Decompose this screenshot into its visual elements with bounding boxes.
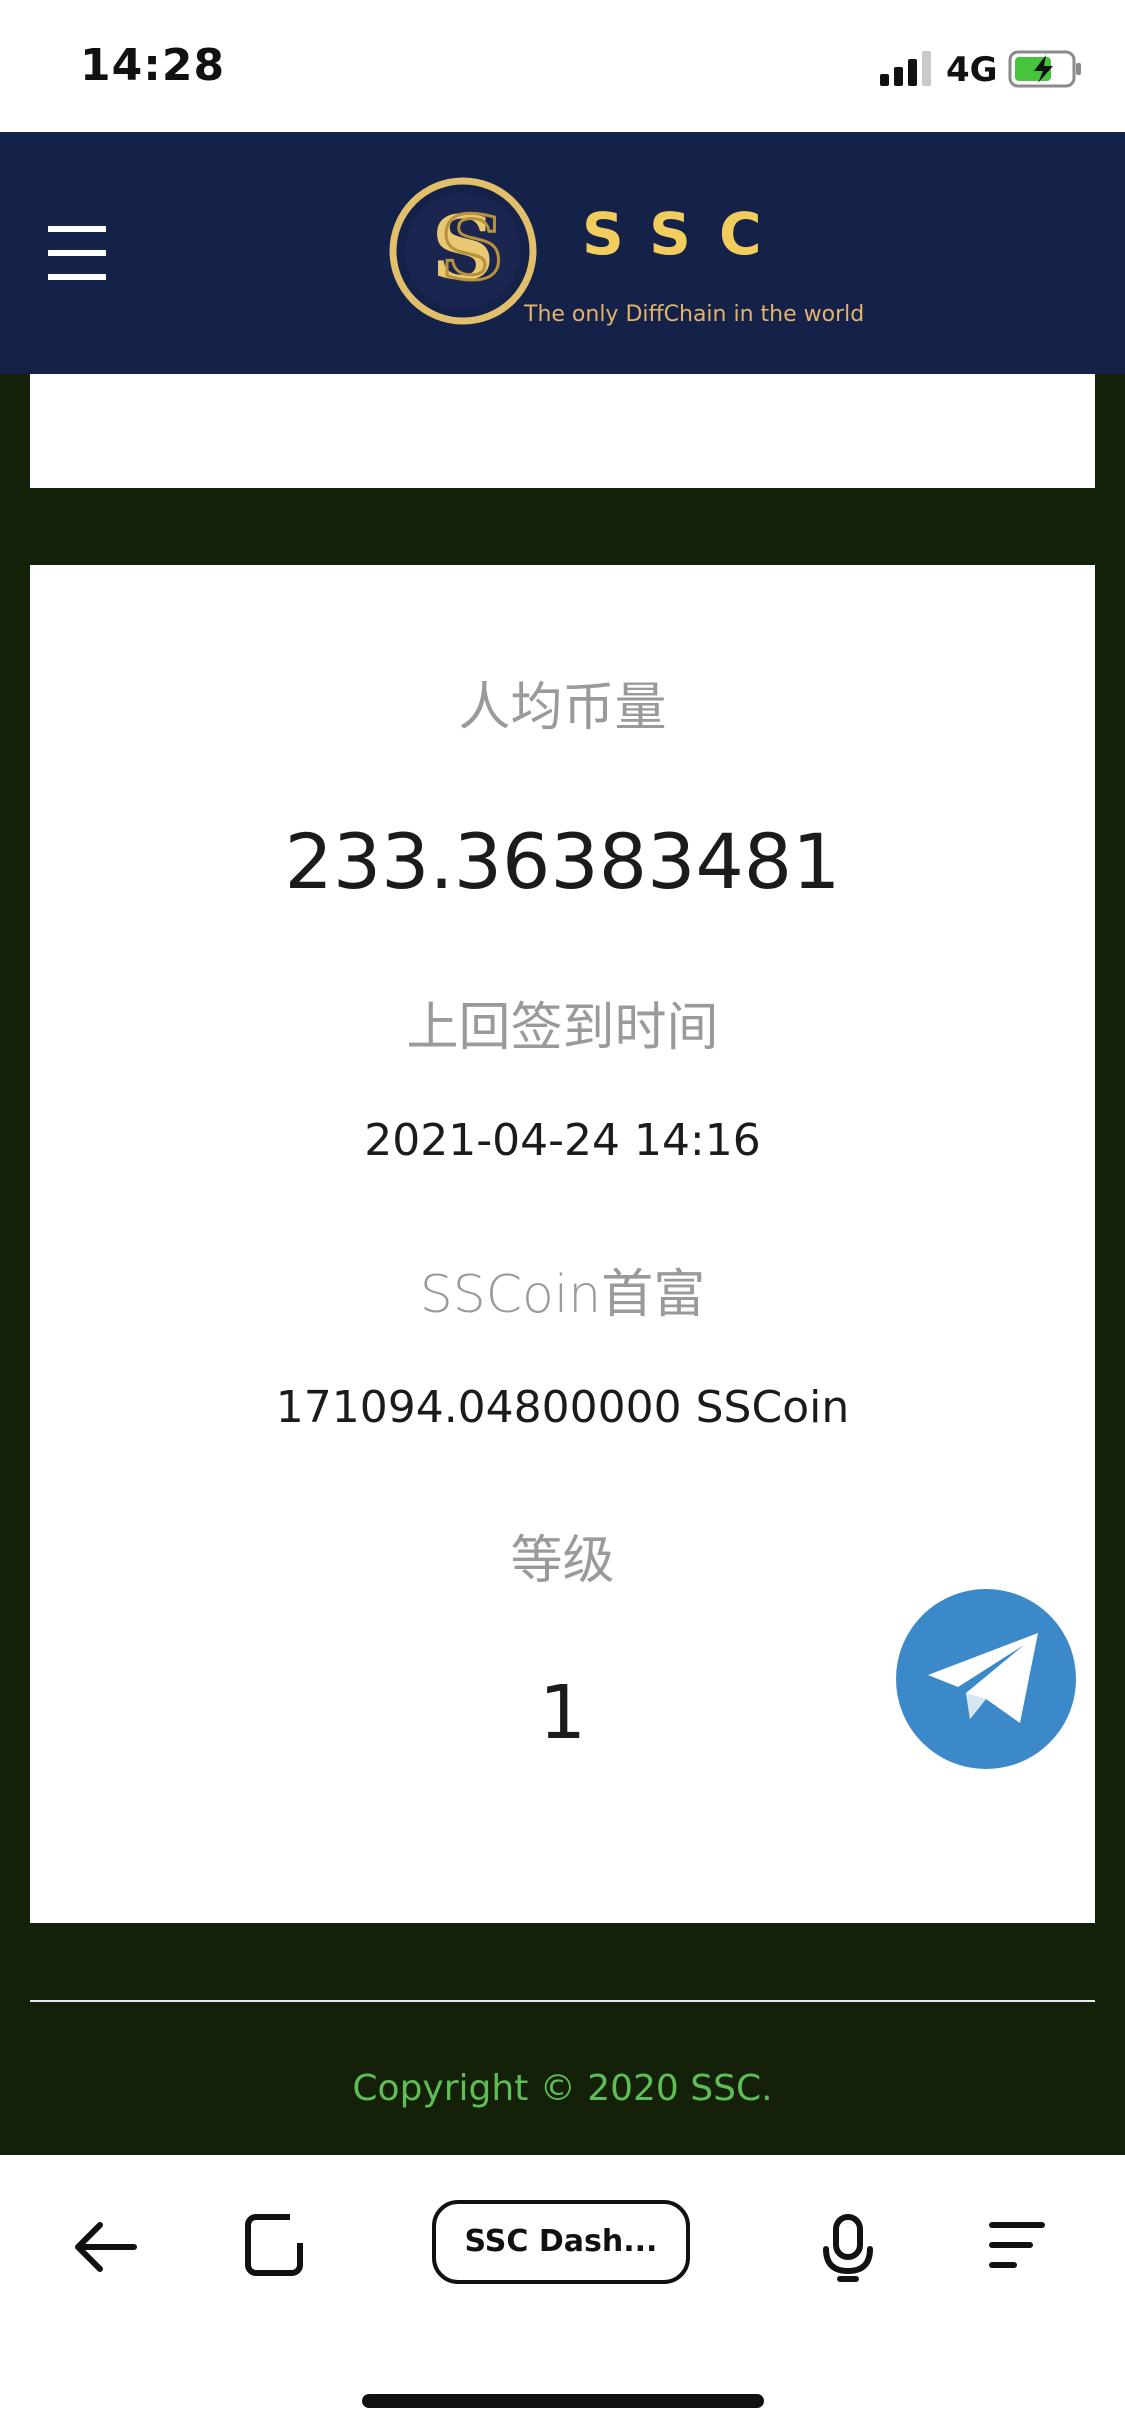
ssc-coin-logo-icon[interactable]: S S xyxy=(388,176,538,326)
avg-coin-value: 233.36383481 xyxy=(284,817,841,906)
hamburger-menu-icon[interactable] xyxy=(44,220,110,286)
site-header: S S SSC The only DiffChain in the world xyxy=(0,132,1125,374)
page: 14:28 4G S S SSC The only DiffChain in t… xyxy=(0,0,1125,2436)
last-checkin-value: 2021-04-24 14:16 xyxy=(364,1115,761,1166)
brand-tagline: The only DiffChain in the world xyxy=(524,302,865,327)
microphone-icon[interactable] xyxy=(820,2213,876,2283)
back-arrow-icon[interactable] xyxy=(72,2219,138,2275)
status-bar: 14:28 4G xyxy=(0,0,1125,132)
avg-coin-label: 人均币量 xyxy=(458,678,667,738)
network-label: 4G xyxy=(946,50,998,90)
level-label: 等级 xyxy=(510,1531,615,1591)
telegram-icon xyxy=(928,1633,1038,1723)
signal-bars-icon xyxy=(880,51,931,86)
menu-lines-icon[interactable] xyxy=(988,2217,1046,2273)
richest-label: SSCoin首富 xyxy=(419,1265,706,1325)
battery-charging-icon xyxy=(1008,50,1081,88)
address-bar[interactable]: SSC Dash... xyxy=(432,2200,690,2284)
status-time: 14:28 xyxy=(80,40,226,91)
footer-divider xyxy=(30,2000,1095,2002)
copyright-text: Copyright © 2020 SSC. xyxy=(352,2068,773,2109)
svg-text:S: S xyxy=(440,196,504,300)
telegram-button[interactable] xyxy=(896,1589,1076,1769)
home-indicator[interactable] xyxy=(362,2394,764,2408)
brand-name: SSC xyxy=(582,200,790,268)
last-checkin-label: 上回签到时间 xyxy=(406,998,719,1058)
tabs-icon[interactable] xyxy=(244,2213,308,2277)
richest-value: 171094.04800000 SSCoin xyxy=(275,1382,850,1433)
card-top xyxy=(30,374,1095,488)
